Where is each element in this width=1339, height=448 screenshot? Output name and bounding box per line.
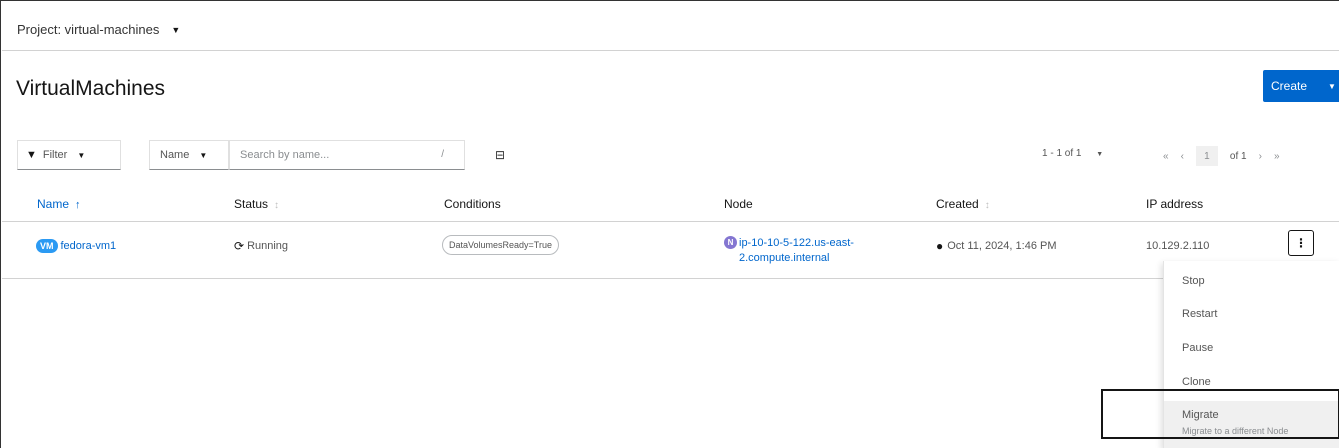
project-selector[interactable]: Project: virtual-machines ▼ — [2, 9, 1339, 51]
caret-down-icon: ▼ — [199, 150, 208, 160]
vm-name-link[interactable]: fedora-vm1 — [61, 240, 117, 252]
next-page-icon[interactable]: › — [1259, 151, 1262, 162]
status-cell: ⟳ Running — [234, 239, 288, 253]
caret-down-icon[interactable]: ▼ — [1324, 76, 1339, 96]
column-header-node: Node — [724, 197, 753, 211]
condition-chip: DataVolumesReady=True — [442, 235, 559, 255]
caret-down-icon: ▼ — [77, 150, 86, 160]
column-header-created[interactable]: Created ↕ — [936, 197, 990, 211]
node-link[interactable]: ip-10-10-5-122.us-east- 2.compute.interna… — [739, 236, 854, 266]
caret-down-icon: ▼ — [171, 24, 181, 35]
sort-arrow-icon: ↑ — [75, 199, 81, 211]
node-cell[interactable]: Nip-10-10-5-122.us-east- 2.compute.intern… — [724, 236, 854, 266]
first-page-icon[interactable]: « — [1163, 151, 1169, 162]
pagination-nav: « ‹ 1 of 1 › » — [1163, 146, 1280, 166]
column-header-ip-address: IP address — [1146, 197, 1204, 211]
sort-icon: ↕ — [274, 200, 280, 211]
filter-icon: ▼ — [26, 149, 37, 161]
create-button-label: Create — [1271, 79, 1308, 93]
table-header: Name ↑ Status ↕ Conditions Node Created ↕ I… — [2, 186, 1339, 222]
search-attribute-label: Name — [160, 149, 190, 161]
created-text: Oct 11, 2024, 1:46 PM — [947, 240, 1057, 252]
conditions-cell: DataVolumesReady=True — [442, 235, 559, 255]
menu-item-restart[interactable]: Restart — [1182, 308, 1217, 320]
page-number-input[interactable]: 1 — [1195, 146, 1218, 166]
last-page-icon[interactable]: » — [1274, 151, 1280, 162]
page-title: VirtualMachines — [16, 77, 166, 100]
globe-icon: ● — [936, 239, 944, 253]
pagination-count: 1 - 1 of 1 — [1042, 148, 1082, 159]
table-row: VM fedora-vm1 ⟳ Running DataVolumesReady=T… — [2, 223, 1339, 279]
filter-button[interactable]: ▼ Filter ▼ — [17, 140, 121, 170]
column-header-name[interactable]: Name ↑ — [37, 197, 81, 211]
caret-down-icon: ▼ — [1096, 151, 1104, 158]
project-label: Project: virtual-machines — [17, 22, 160, 37]
menu-item-stop[interactable]: Stop — [1182, 275, 1205, 287]
menu-item-clone[interactable]: Clone — [1182, 376, 1211, 388]
filter-label: Filter — [42, 149, 68, 161]
column-header-status[interactable]: Status ↕ — [234, 197, 279, 211]
ip-address-cell: 10.129.2.110 — [1146, 240, 1210, 252]
app-frame: Project: virtual-machines ▼ VirtualMachi… — [0, 0, 1339, 448]
pagination-count-toggle[interactable]: 1 - 1 of 1 ▼ — [1042, 148, 1103, 159]
node-badge: N — [724, 236, 737, 249]
create-button[interactable]: Create ▼ — [1263, 70, 1339, 102]
search-attribute-select[interactable]: Name ▼ — [149, 140, 229, 170]
vm-name-cell[interactable]: VM fedora-vm1 — [36, 239, 116, 253]
status-text: Running — [247, 240, 289, 252]
sync-icon: ⟳ — [234, 239, 245, 253]
page-total: of 1 — [1229, 150, 1247, 162]
sort-icon: ↕ — [984, 200, 990, 211]
created-cell: ● Oct 11, 2024, 1:46 PM — [936, 239, 1057, 253]
menu-item-pause[interactable]: Pause — [1182, 342, 1213, 354]
vm-badge: VM — [36, 239, 58, 253]
columns-icon[interactable]: ⊟ — [495, 148, 505, 162]
highlight-callout — [1101, 389, 1339, 439]
search-shortcut-hint: / — [441, 149, 444, 160]
kebab-icon[interactable]: ⋮ — [1288, 230, 1314, 256]
column-header-conditions: Conditions — [444, 197, 501, 211]
search-input[interactable]: Search by name... / — [229, 140, 465, 170]
previous-page-icon[interactable]: ‹ — [1181, 151, 1184, 162]
search-placeholder: Search by name... — [240, 149, 330, 161]
